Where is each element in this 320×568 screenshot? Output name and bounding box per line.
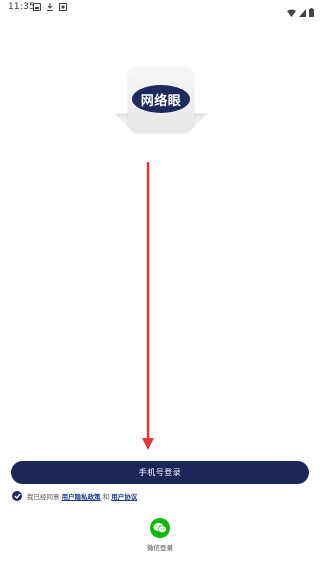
annotation-arrow xyxy=(142,162,154,450)
signal-icon xyxy=(299,2,306,21)
status-time: 11:35 xyxy=(8,2,35,12)
wechat-login-button[interactable] xyxy=(150,518,170,538)
agreement-connector: 和 xyxy=(100,493,112,501)
system-icons xyxy=(287,2,314,21)
phone-login-button[interactable]: 手机号登录 xyxy=(11,461,309,484)
logo-text: 网络眼 xyxy=(140,93,182,109)
battery-icon xyxy=(309,2,314,21)
privacy-policy-link[interactable]: 用户隐私政策 xyxy=(62,491,101,501)
phone-login-label: 手机号登录 xyxy=(138,468,182,477)
wechat-icon xyxy=(153,523,167,533)
app-logo: 网络眼 xyxy=(115,66,207,138)
notification-icons xyxy=(33,3,67,11)
photo-icon xyxy=(33,3,41,11)
status-bar: 11:35 xyxy=(0,0,320,17)
logo-oval: 网络眼 xyxy=(131,84,191,114)
agreement-prefix: 我已经同意 xyxy=(27,493,62,501)
agreement-row: 我已经同意 用户隐私政策 和 用户协议 xyxy=(12,490,137,502)
logo-tile: 网络眼 xyxy=(128,66,194,132)
download-icon xyxy=(46,3,54,11)
user-agreement-link[interactable]: 用户协议 xyxy=(111,491,137,501)
agreement-checkbox[interactable] xyxy=(12,491,22,501)
wechat-login-label: 微信登录 xyxy=(147,544,173,552)
wifi-icon xyxy=(287,2,296,21)
check-icon xyxy=(13,493,21,499)
shield-icon xyxy=(59,3,67,11)
